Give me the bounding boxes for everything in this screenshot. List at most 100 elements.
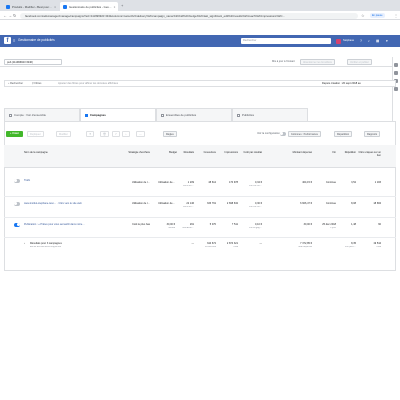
table-row[interactable] — [4, 197, 396, 218]
column-header-results[interactable]: Résultats — [176, 145, 194, 167]
rules-button[interactable]: Règles — [163, 131, 177, 137]
cost-cell: 0,10 € — [255, 223, 262, 226]
column-header-frequency[interactable]: Répétition — [336, 145, 356, 167]
facebook-favicon-icon — [63, 4, 67, 9]
tag-icon[interactable]: ⌂ — [122, 131, 130, 137]
sidebar-icon[interactable] — [394, 71, 398, 75]
duplicate-button[interactable]: Dupliquer — [27, 131, 44, 137]
bookmark-star-icon[interactable]: ☆ — [361, 13, 365, 18]
delete-icon[interactable]: 🗑 — [100, 131, 110, 137]
notifications-icon[interactable]: ♪ — [368, 38, 370, 44]
browser-tab-products[interactable]: Produits - Modifier ‹ Best pour… × — [3, 2, 59, 11]
favicon-icon — [6, 4, 10, 9]
spent-cell: 404,15 € — [302, 181, 312, 184]
reach-cell: 333 791 — [206, 202, 216, 205]
facebook-search-input[interactable]: Rechercher — [241, 38, 331, 44]
close-tab-icon[interactable]: × — [54, 5, 56, 9]
summary-impressions: 2 874 321 — [226, 242, 238, 245]
create-button[interactable]: + Créer — [6, 131, 23, 137]
summary-results: — — [191, 242, 195, 245]
reach-cell: 48 612 — [208, 181, 216, 184]
user-profile-link[interactable]: Stéphane — [336, 38, 354, 44]
filter-search-input[interactable]: Ajoutez des filtres pour affiner les don… — [58, 80, 118, 87]
column-header-name[interactable]: Nom de la campagne — [24, 145, 104, 167]
spent-cell: 30,00 € — [303, 223, 312, 226]
last-updated-text: Mis à jour à l'instant — [272, 60, 295, 63]
reload-icon[interactable]: ↻ — [13, 13, 16, 18]
column-header-impressions[interactable]: Impressions — [216, 145, 238, 167]
browser-menu-icon[interactable]: ⋮ — [394, 13, 398, 18]
campaign-name-link[interactable]: Publication : « Prêtes pour vous accueil… — [24, 223, 124, 226]
tab-ads[interactable]: Publicités — [232, 108, 308, 121]
summary-impressions-sub: Total — [233, 246, 238, 248]
review-publish-button[interactable]: Vérifier et publier — [347, 59, 372, 65]
campaign-toggle[interactable] — [14, 179, 20, 183]
avatar — [336, 38, 341, 44]
date-range-picker[interactable]: Depuis création : 20 sept 2018 au — [322, 81, 361, 86]
frequency-cell: 3,52 — [351, 181, 356, 184]
column-header-reach[interactable]: Couverture — [194, 145, 216, 167]
close-tab-icon[interactable]: × — [114, 5, 116, 9]
column-header-strategy[interactable]: Stratégie d'enchère — [128, 145, 150, 167]
new-tab-icon[interactable]: + — [121, 2, 123, 10]
column-header-end[interactable]: Fin — [322, 145, 336, 167]
results-cell: 1 209 — [187, 181, 194, 184]
impressions-cell: 2 698 632 — [226, 202, 238, 205]
view-setup-toggle[interactable] — [280, 132, 286, 136]
view-setup-label: Voir la configuration — [257, 132, 280, 135]
column-header-cost[interactable]: Coût par résultat — [240, 145, 262, 167]
cost-cell: 0,34 € — [255, 181, 262, 184]
campaign-name-link[interactable]: www.institut-stephane-leso… · Clics vers… — [24, 202, 124, 205]
browser-tab-ads-manager[interactable]: Gestionnaire de publicités - Ges… × — [60, 2, 118, 11]
test-icon[interactable]: ⚗ — [86, 131, 95, 137]
results-sub: Clics sur… — [182, 185, 194, 187]
sidebar-icon[interactable] — [394, 63, 398, 67]
clicks-cell: 18 684 — [373, 202, 381, 205]
back-icon[interactable]: ← — [3, 13, 7, 18]
impressions-cell: 170 978 — [228, 181, 238, 184]
checkbox-icon — [9, 113, 12, 117]
summary-cost: — — [259, 242, 263, 245]
sidebar-icon[interactable] — [394, 87, 398, 91]
account-selector[interactable]: pub (111996923 3346) — [4, 59, 62, 65]
tab-account-overview[interactable]: Compte : Voir d'ensemble — [4, 108, 80, 121]
url-input[interactable]: facebook.com/adsmanager/manage/campaigns… — [20, 12, 358, 19]
search-button[interactable]: ⌕ Rechercher — [6, 81, 25, 87]
column-header-budget[interactable]: Budget — [155, 145, 177, 167]
summary-clicks-sub: Total — [376, 246, 381, 248]
more-icon[interactable]: ⋯ — [136, 131, 145, 137]
campaign-toggle[interactable] — [14, 202, 20, 206]
campaign-toggle[interactable] — [14, 223, 20, 227]
clicks-cell: 60 — [378, 223, 381, 226]
menu-icon[interactable]: ▾ — [386, 38, 388, 44]
reports-dropdown[interactable]: Rapports — [364, 131, 381, 137]
edit-button[interactable]: Modifier — [56, 131, 71, 137]
table-row[interactable] — [4, 218, 396, 238]
campaign-name-link[interactable]: Trafic — [24, 179, 119, 182]
tab-label: Campagnes — [90, 112, 106, 117]
help-icon[interactable]: ? — [360, 38, 362, 44]
column-header-link-clicks[interactable]: Clics uniques sur un lien — [357, 145, 381, 167]
tab-label: Publicités — [242, 112, 254, 117]
tab-label: Produits - Modifier ‹ Best pour… — [12, 4, 52, 9]
facebook-logo-icon[interactable]: f — [4, 37, 11, 44]
filters-button[interactable]: ⚲ Filtres — [30, 81, 43, 87]
tab-campaigns[interactable]: Campagnes — [80, 108, 156, 121]
profile-button[interactable]: En pause — [370, 13, 385, 18]
undo-icon[interactable]: ↶ — [112, 131, 121, 137]
budget-cell: Utilisation de… — [158, 181, 175, 184]
grid-icon[interactable]: ▦ — [376, 38, 379, 44]
tab-ad-sets[interactable]: Ensembles de publicités — [156, 108, 232, 121]
column-header-spent[interactable]: Montant dépensé — [262, 145, 312, 167]
columns-dropdown[interactable]: Colonnes : Performance — [288, 131, 321, 137]
forward-icon[interactable]: → — [8, 13, 12, 18]
cost-sub: Par engag… — [249, 227, 262, 229]
results-sub: Interactio… — [182, 227, 194, 229]
end-cell: Continue — [325, 181, 336, 184]
tab-label: Compte : Voir d'ensemble — [14, 112, 46, 117]
breakdown-dropdown[interactable]: Répartition — [334, 131, 353, 137]
hamburger-menu-icon[interactable]: ≡ — [13, 38, 15, 43]
summary-frequency-sub: Par pers… — [345, 246, 356, 248]
summary-clicks: 19 544 — [373, 242, 381, 245]
discard-drafts-button[interactable]: Abandonner les brouillons — [300, 59, 335, 65]
